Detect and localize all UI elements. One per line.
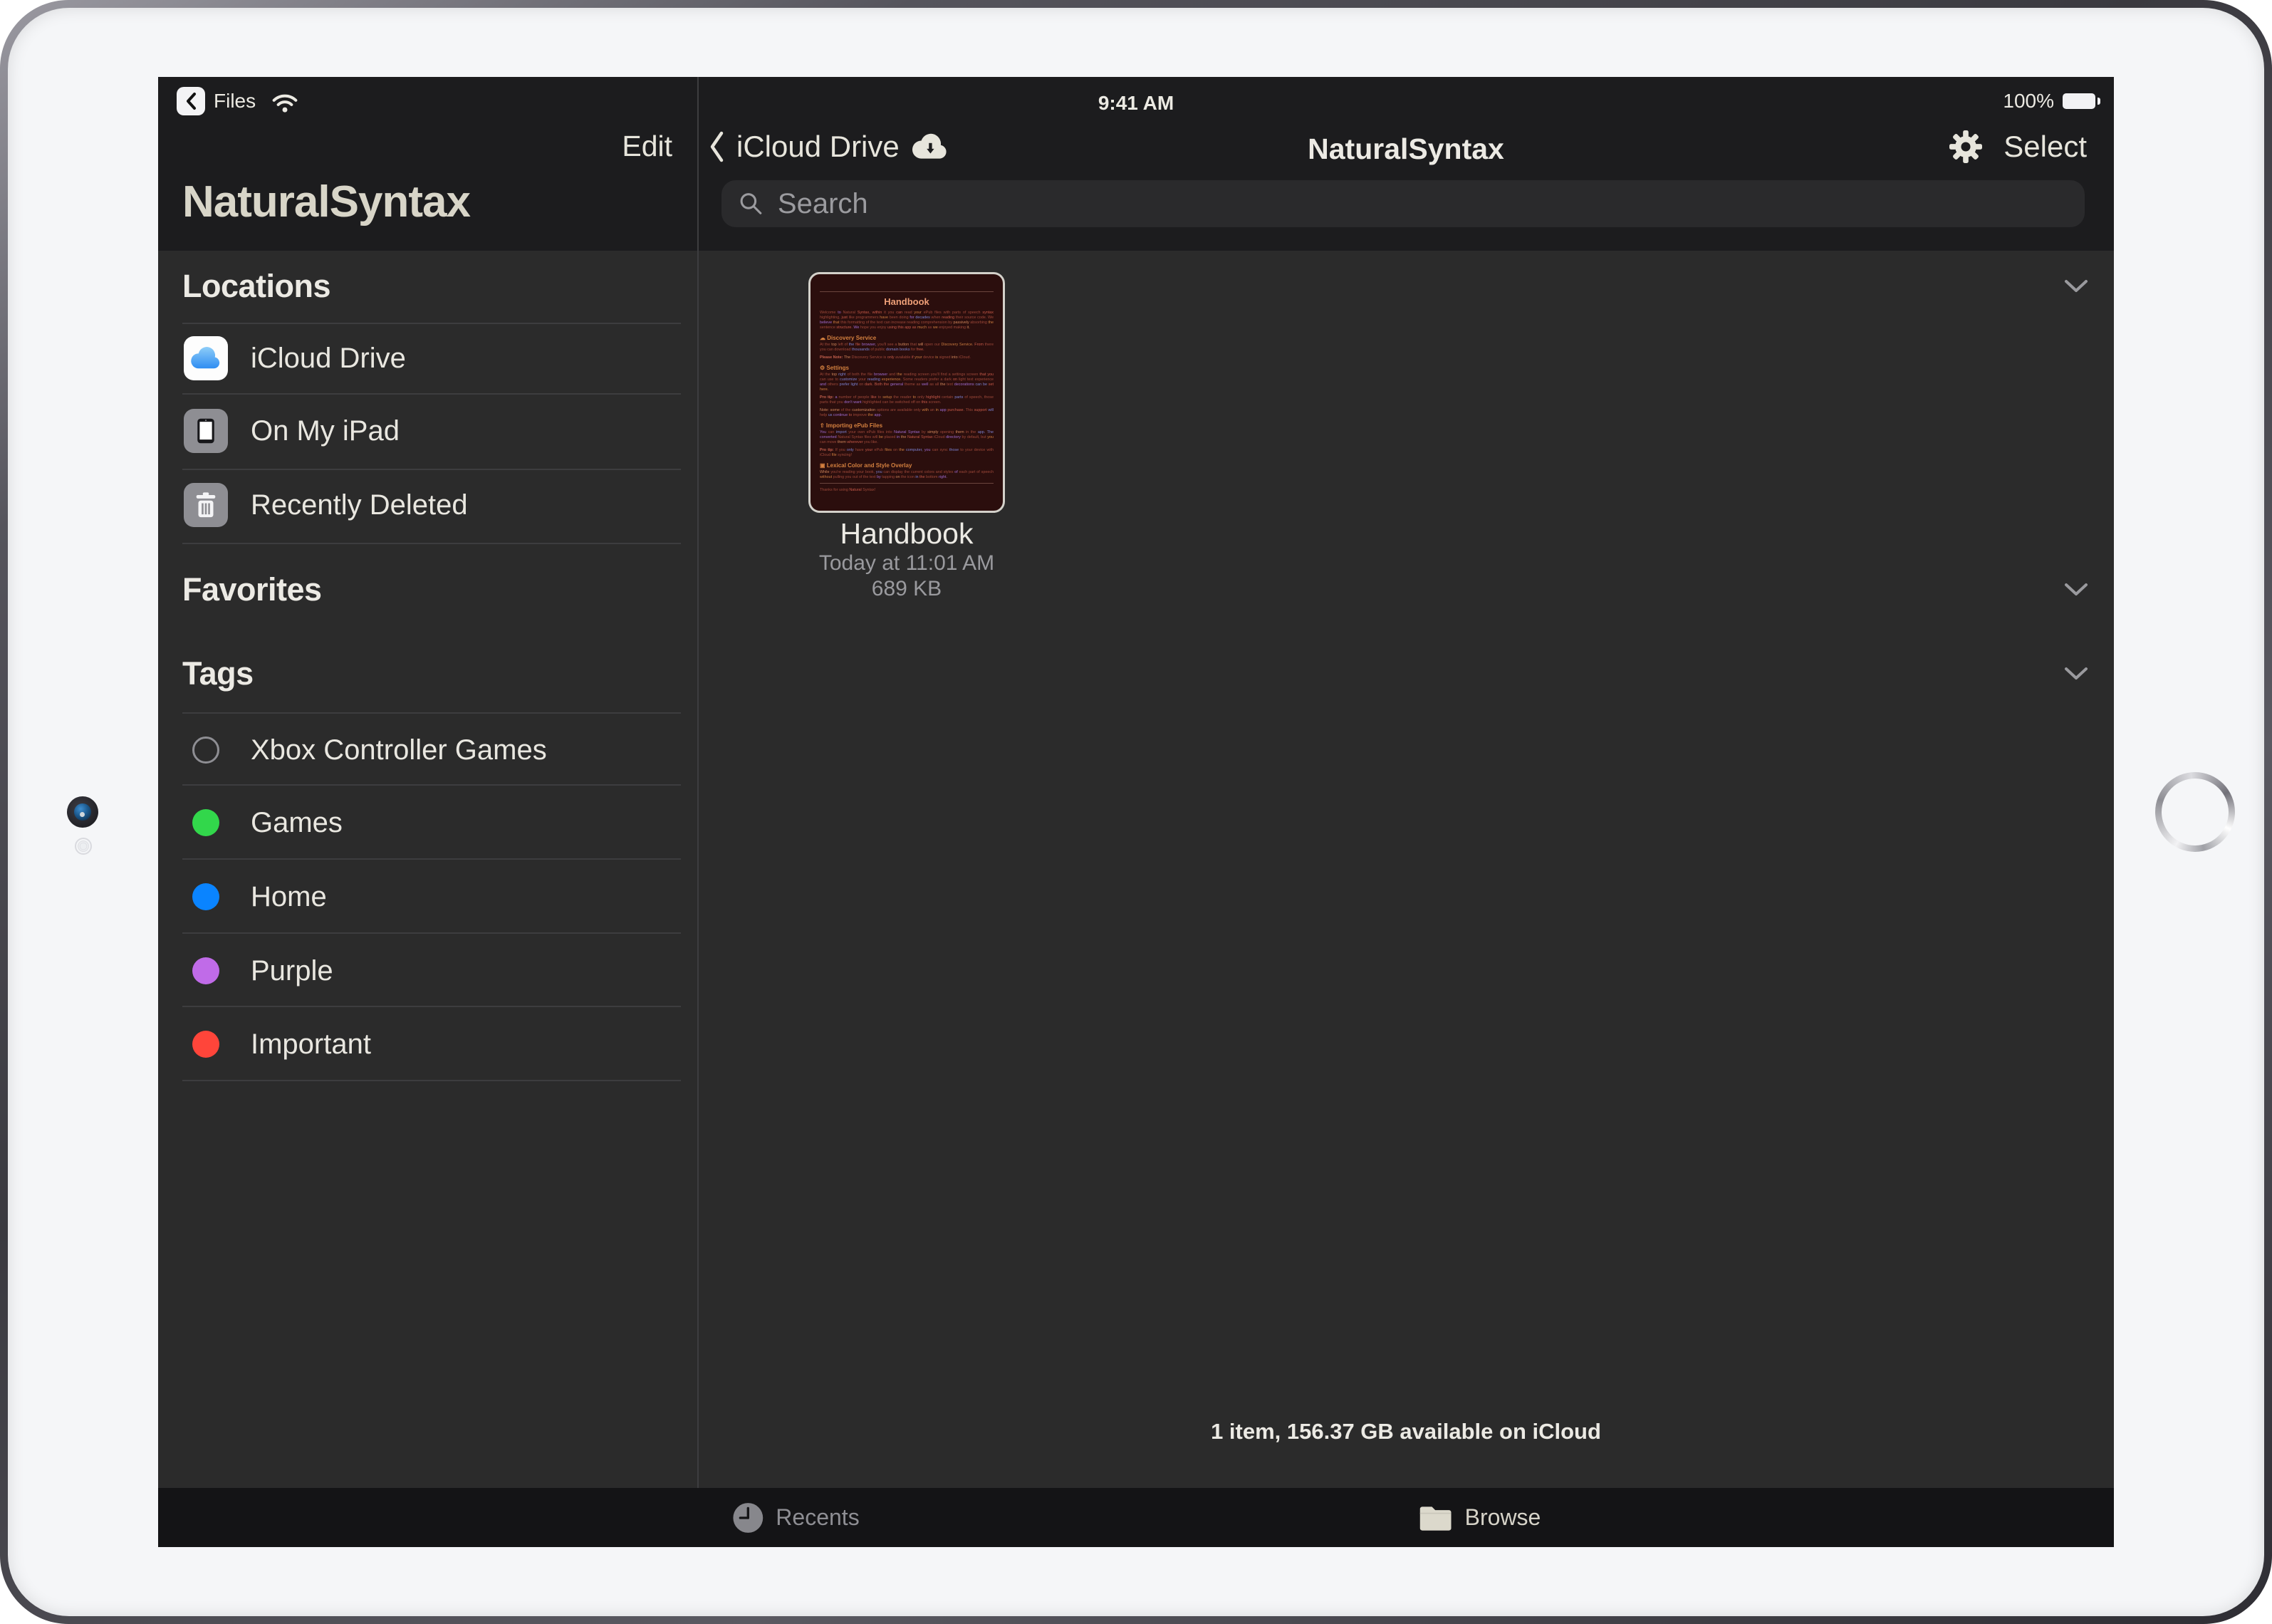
nav-right-controls: Select xyxy=(1949,127,2087,167)
tab-recents[interactable]: Recents xyxy=(731,1488,859,1547)
front-camera xyxy=(67,796,98,828)
trash-icon xyxy=(184,483,228,527)
chevron-down-icon[interactable] xyxy=(2064,583,2088,597)
light-sensor xyxy=(75,838,92,855)
tab-bar: Recents Browse xyxy=(158,1488,2114,1547)
chevron-down-icon[interactable] xyxy=(2064,667,2088,681)
file-modified-date: Today at 11:01 AM xyxy=(787,551,1026,576)
file-size: 689 KB xyxy=(787,577,1026,601)
tag-label: Important xyxy=(251,1007,371,1081)
sidebar-edit-button[interactable]: Edit xyxy=(158,130,672,163)
clock-icon xyxy=(731,1501,764,1534)
search-input[interactable] xyxy=(776,187,2068,221)
storage-summary: 1 item, 156.37 GB available on iCloud xyxy=(698,1419,2114,1445)
tag-label: Games xyxy=(251,786,343,860)
chevron-down-icon[interactable] xyxy=(2064,279,2088,293)
tag-label: Home xyxy=(251,860,327,934)
sidebar-app-title: NaturalSyntax xyxy=(182,177,470,227)
ipad-device-frame: Files 9:41 AM 100% Edit iCloud Drive xyxy=(0,0,2272,1624)
ipad-icon xyxy=(184,409,228,453)
tab-browse[interactable]: Browse xyxy=(1418,1488,1541,1547)
divider xyxy=(182,543,681,544)
status-battery-group: 100% xyxy=(2003,90,2095,113)
divider xyxy=(182,393,681,395)
folder-icon xyxy=(1418,1503,1454,1533)
page-title: NaturalSyntax xyxy=(698,132,2114,166)
battery-percent-label: 100% xyxy=(2003,90,2054,113)
tag-circle-icon xyxy=(192,809,219,836)
search-field[interactable] xyxy=(721,180,2085,227)
file-name[interactable]: Handbook xyxy=(787,517,1026,551)
section-header-tags[interactable]: Tags xyxy=(182,655,254,692)
sidebar-item-label: Recently Deleted xyxy=(251,470,468,540)
sidebar-tag-games[interactable]: Games xyxy=(158,786,698,860)
tag-circle-icon xyxy=(192,883,219,910)
sidebar-item-on-my-ipad[interactable]: On My iPad xyxy=(158,396,698,466)
tag-circle-icon xyxy=(192,736,219,764)
sidebar-item-label: iCloud Drive xyxy=(251,323,406,393)
icloud-drive-icon xyxy=(184,336,228,380)
status-time: 9:41 AM xyxy=(158,92,2114,115)
gear-icon[interactable] xyxy=(1949,130,1982,163)
tag-label: Xbox Controller Games xyxy=(251,713,547,787)
divider xyxy=(182,1080,681,1081)
search-icon xyxy=(739,191,764,217)
tag-circle-icon xyxy=(192,957,219,984)
sidebar-item-icloud-drive[interactable]: iCloud Drive xyxy=(158,323,698,393)
battery-icon xyxy=(2063,93,2095,109)
sidebar-tag-purple[interactable]: Purple xyxy=(158,934,698,1008)
select-button[interactable]: Select xyxy=(2003,130,2087,164)
sidebar-tag-xbox-controller-games[interactable]: Xbox Controller Games xyxy=(158,713,698,787)
files-app-screen: Files 9:41 AM 100% Edit iCloud Drive xyxy=(158,77,2114,1547)
tab-label: Browse xyxy=(1465,1504,1541,1531)
section-header-favorites[interactable]: Favorites xyxy=(182,571,322,608)
sidebar-tag-important[interactable]: Important xyxy=(158,1007,698,1081)
sidebar-item-recently-deleted[interactable]: Recently Deleted xyxy=(158,470,698,540)
tag-label: Purple xyxy=(251,934,333,1008)
sidebar-tag-home[interactable]: Home xyxy=(158,860,698,934)
file-thumbnail-doc[interactable]: HandbookWelcome to Natural Syntax, withi… xyxy=(808,272,1005,513)
tag-circle-icon xyxy=(192,1031,219,1058)
section-header-locations[interactable]: Locations xyxy=(182,268,330,305)
sidebar-item-label: On My iPad xyxy=(251,396,400,466)
screenshot: Files 9:41 AM 100% Edit iCloud Drive xyxy=(0,0,2272,1624)
home-button[interactable] xyxy=(2155,772,2235,852)
tab-label: Recents xyxy=(776,1504,859,1531)
